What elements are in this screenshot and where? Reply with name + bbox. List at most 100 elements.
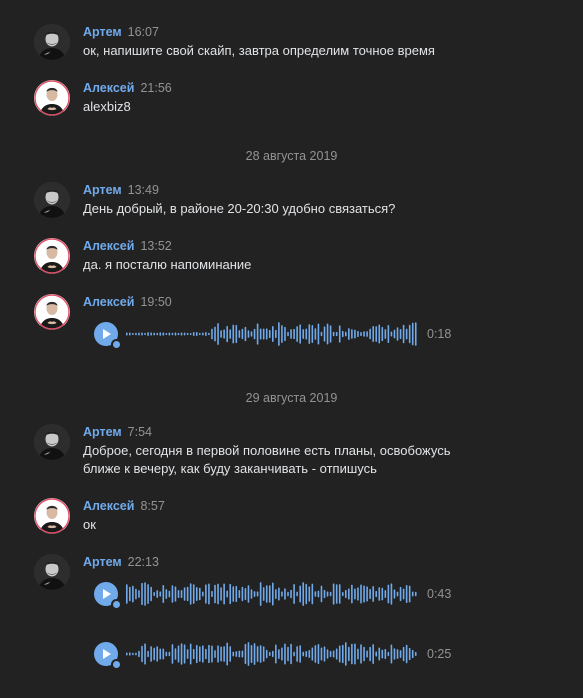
waveform-bar xyxy=(411,322,414,346)
waveform-bar xyxy=(208,583,210,605)
waveform-bar xyxy=(326,323,329,345)
waveform-bar xyxy=(244,643,247,665)
waveform-bar xyxy=(199,587,201,601)
waveform-bar xyxy=(338,325,341,343)
waveform-bar xyxy=(393,648,396,660)
avatar[interactable] xyxy=(34,182,70,218)
waveform-bar xyxy=(293,584,295,604)
voice-duration: 0:18 xyxy=(427,327,452,341)
message-text: alexbiz8 xyxy=(83,99,131,114)
waveform-bar xyxy=(414,651,417,657)
author-name[interactable]: Артем xyxy=(83,183,122,197)
waveform-bar xyxy=(326,591,329,597)
waveform-bar xyxy=(262,587,265,601)
waveform-bar xyxy=(144,582,146,606)
waveform-bar xyxy=(299,585,301,603)
waveform-bar xyxy=(372,325,374,343)
message-meta: Алексей 8:57 xyxy=(83,498,165,514)
waveform-bar xyxy=(284,588,286,600)
waveform-bar xyxy=(287,331,289,337)
waveform-bar xyxy=(326,649,329,659)
author-name[interactable]: Алексей xyxy=(83,81,134,95)
message-meta: Алексей 19:50 xyxy=(83,294,172,310)
author-name[interactable]: Алексей xyxy=(83,295,134,309)
waveform-bar xyxy=(351,643,353,665)
waveform-bar xyxy=(366,586,368,602)
waveform-bar xyxy=(284,643,286,665)
waveform-bar xyxy=(238,650,241,658)
waveform-bar xyxy=(329,325,332,343)
author-name[interactable]: Алексей xyxy=(83,239,134,253)
waveform-bar xyxy=(168,332,171,336)
waveform-bar xyxy=(338,645,341,663)
waveform-bar xyxy=(317,644,320,664)
waveform-bar xyxy=(217,323,219,345)
author-name[interactable]: Артем xyxy=(83,555,122,569)
author-name[interactable]: Артем xyxy=(83,425,122,439)
waveform-bar xyxy=(369,588,371,600)
waveform-bar xyxy=(171,332,174,336)
avatar[interactable] xyxy=(34,238,70,274)
waveform-bar xyxy=(366,650,368,658)
waveform-bar xyxy=(281,325,283,343)
avatar[interactable] xyxy=(34,498,70,534)
avatar[interactable] xyxy=(34,294,70,330)
waveform-bar xyxy=(360,584,362,604)
waveform-bar xyxy=(311,647,314,661)
waveform-bar xyxy=(335,648,338,660)
waveform-bar xyxy=(235,651,238,657)
waveform-bar xyxy=(357,330,359,338)
waveform-bar xyxy=(411,649,414,659)
waveform-bar xyxy=(366,331,368,337)
message-time: 7:54 xyxy=(127,425,152,439)
waveform-bar xyxy=(265,649,268,659)
message-text: ок, напишите свой скайп, завтра определи… xyxy=(83,43,435,58)
waveform-bar xyxy=(272,582,274,606)
waveform-bar xyxy=(147,650,149,658)
avatar[interactable] xyxy=(34,554,70,590)
waveform-bar xyxy=(162,332,165,336)
waveform-bar xyxy=(320,585,323,603)
waveform-bar xyxy=(183,644,186,664)
waveform-bar xyxy=(408,324,411,344)
waveform-bar xyxy=(335,584,338,604)
voice-message: 0:18 xyxy=(94,320,464,350)
waveform-bar xyxy=(171,585,174,603)
waveform-bar xyxy=(171,644,174,664)
waveform-bar xyxy=(141,332,143,336)
waveform-bar xyxy=(217,645,219,663)
waveform-bar xyxy=(390,331,393,337)
waveform-bar xyxy=(241,328,244,340)
waveform-bar xyxy=(320,647,323,661)
waveform-bar xyxy=(205,648,207,660)
author-name[interactable]: Алексей xyxy=(83,499,134,513)
waveform-bar xyxy=(393,329,396,339)
unread-dot xyxy=(111,599,122,610)
message-time: 13:52 xyxy=(140,239,172,253)
voice-waveform[interactable] xyxy=(126,640,418,668)
waveform-bar xyxy=(253,643,256,665)
waveform-bar xyxy=(405,328,408,340)
waveform-bar xyxy=(278,649,280,659)
waveform-bar xyxy=(189,643,192,665)
waveform-bar xyxy=(226,325,228,343)
waveform-bar xyxy=(129,652,131,656)
waveform-bar xyxy=(244,326,247,342)
avatar[interactable] xyxy=(34,24,70,60)
voice-waveform[interactable] xyxy=(126,320,418,348)
waveform-bar xyxy=(189,583,192,605)
waveform-bar xyxy=(229,329,232,339)
voice-message: 0:43 xyxy=(94,580,464,610)
waveform-bar xyxy=(141,645,143,663)
waveform-bar xyxy=(250,331,253,337)
waveform-bar xyxy=(332,583,335,605)
waveform-bar xyxy=(253,591,256,597)
author-name[interactable]: Артем xyxy=(83,25,122,39)
waveform-bar xyxy=(320,331,323,337)
waveform-bar xyxy=(177,645,180,663)
avatar[interactable] xyxy=(34,80,70,116)
waveform-bar xyxy=(341,591,344,597)
avatar[interactable] xyxy=(34,424,70,460)
voice-waveform[interactable] xyxy=(126,580,418,608)
waveform-bar xyxy=(360,644,362,664)
